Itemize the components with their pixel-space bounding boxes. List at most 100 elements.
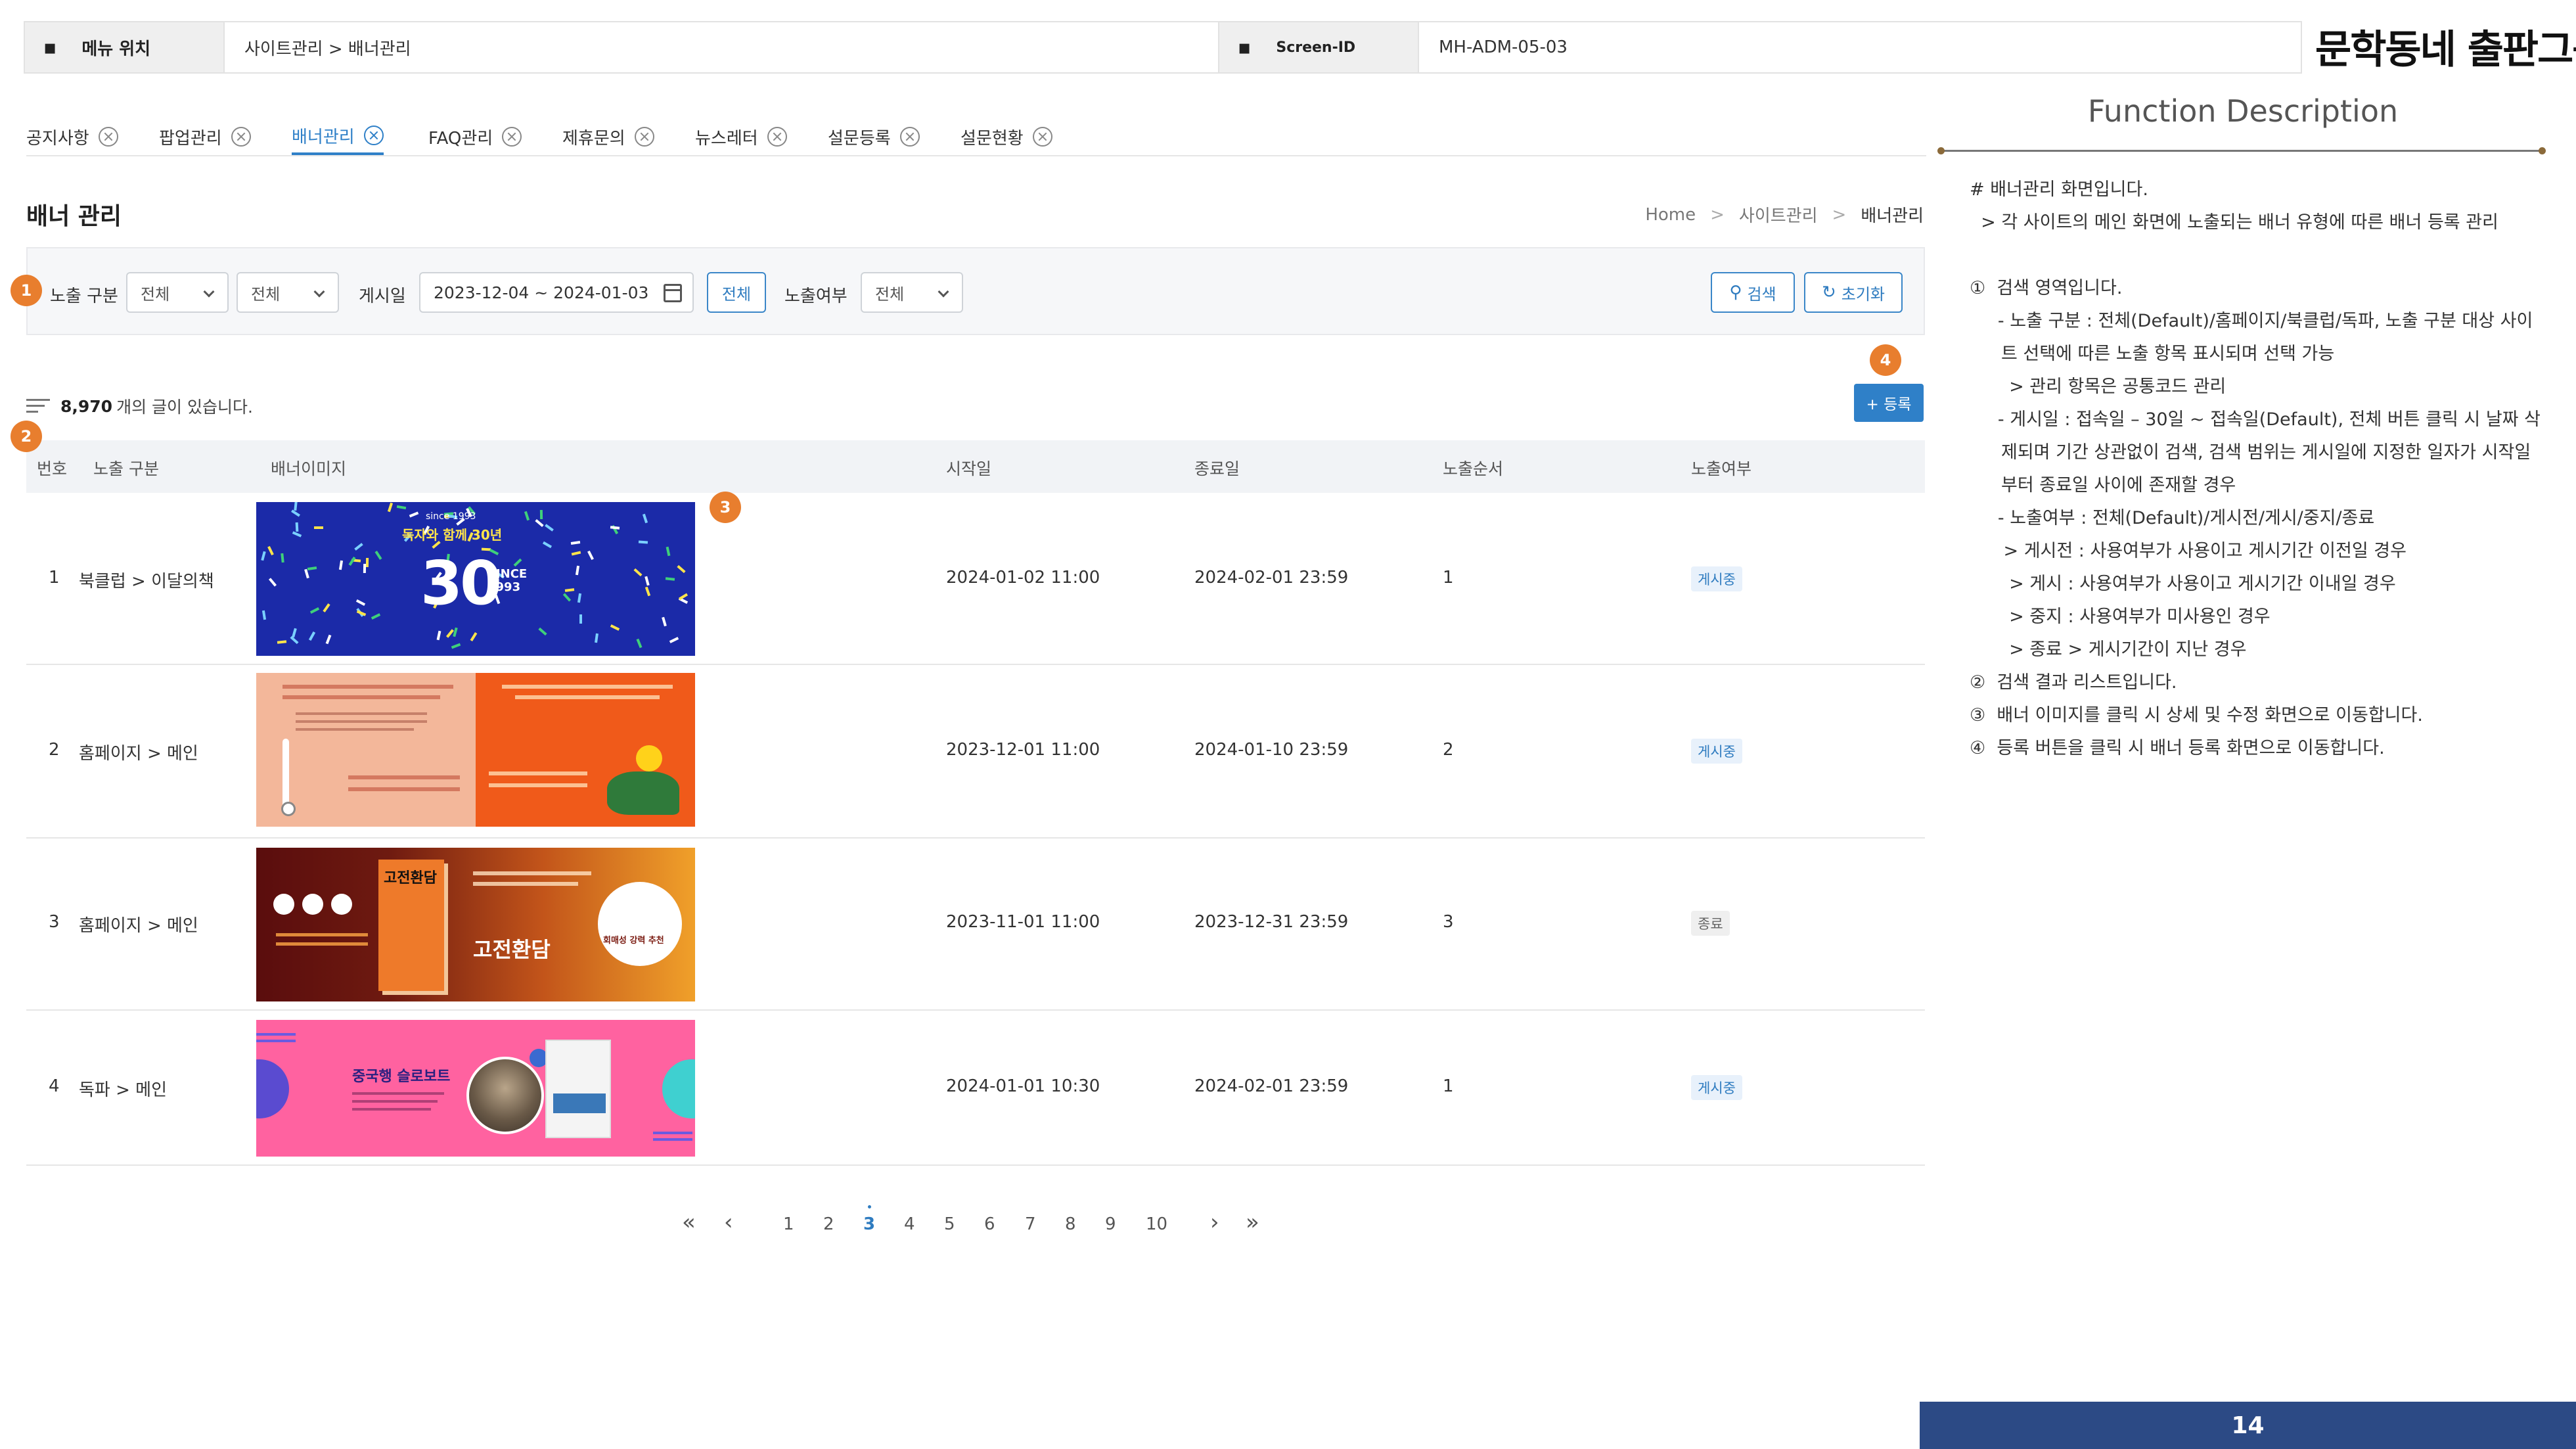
date-range-value: 2023-12-04 ~ 2024-01-03 [434,283,649,302]
reset-button[interactable]: ↻ 초기화 [1804,272,1903,313]
row-start-date: 2023-12-01 11:00 [946,740,1100,760]
chevron-right-icon: > [1832,204,1847,225]
close-icon[interactable] [231,127,251,147]
tab-notice[interactable]: 공지사항 [26,118,118,155]
register-button[interactable]: + 등록 [1854,384,1924,422]
confetti-shape [644,576,650,586]
banner-image-3[interactable]: 고전환담 고전환담 회매성 강력 추천 [256,848,695,1001]
banner-title-text: 중국행 슬로보트 [352,1069,451,1085]
marker-4: 4 [1870,344,1901,376]
close-icon[interactable] [363,126,384,145]
confetti-shape [325,634,332,645]
page-8[interactable]: 8 [1065,1214,1076,1234]
close-icon[interactable] [502,127,522,147]
page-7[interactable]: 7 [1025,1214,1036,1234]
close-icon[interactable] [1032,127,1052,147]
first-page-icon[interactable]: « [682,1209,696,1235]
confetti-shape [365,557,369,568]
status-badge: 게시중 [1691,739,1742,764]
page-6[interactable]: 6 [984,1214,995,1234]
tab-survey-status[interactable]: 설문현황 [960,118,1052,155]
tab-newsletter[interactable]: 뉴스레터 [695,118,787,155]
tab-partnership[interactable]: 제휴문의 [562,118,654,155]
description-line: # 배너관리 화면입니다. [1970,179,2148,200]
page-3[interactable]: 3 [863,1205,875,1234]
table-row[interactable]: 2 홈페이지 > 메인 2023-12-01 11:00 2024-01-10 … [26,665,1925,839]
row-number: 2 [49,740,60,760]
row-category: 북클럽 > 이달의책 [79,572,214,591]
tab-faq[interactable]: FAQ관리 [428,118,522,155]
confetti-shape [666,546,671,557]
table-row[interactable]: 3 홈페이지 > 메인 고전환담 고전환담 회매성 강력 추천 2023-11-… [26,839,1925,1011]
page-4[interactable]: 4 [904,1214,915,1234]
pagination: « ‹ 1 2 3 4 5 6 7 8 9 10 › » [0,1205,2576,1241]
all-dates-button[interactable]: 전체 [707,272,766,313]
tab-popup[interactable]: 팝업관리 [159,118,251,155]
page-1[interactable]: 1 [783,1214,794,1234]
prev-page-icon[interactable]: ‹ [724,1209,733,1235]
banner-image-2[interactable] [256,673,695,827]
row-order: 1 [1443,1076,1454,1096]
close-icon[interactable] [899,127,920,147]
confetti-shape [308,631,316,641]
confetti-shape [436,630,441,641]
table-row[interactable]: 4 독파 > 메인 중국행 슬로보트 2024-01-01 10:30 2024… [26,1011,1925,1166]
page-9[interactable]: 9 [1105,1214,1116,1234]
last-page-icon[interactable]: » [1246,1209,1259,1235]
confetti-shape [662,616,667,627]
row-end-date: 2024-01-10 23:59 [1194,740,1349,760]
exposure-label: 노출 구분 [50,287,118,306]
banner-headline-text: 독자와 함께 30년 [402,527,503,543]
page-10[interactable]: 10 [1146,1214,1167,1234]
search-area: 노출 구분 전체 전체 게시일 2023-12-04 ~ 2024-01-03 … [26,247,1925,335]
page-2[interactable]: 2 [823,1214,834,1234]
confetti-shape [354,543,363,551]
banner-image-4[interactable]: 중국행 슬로보트 [256,1020,695,1157]
confetti-shape [309,607,320,614]
close-icon[interactable] [98,127,118,147]
search-button[interactable]: ⚲ 검색 [1711,272,1795,313]
search-button-label: 검색 [1747,285,1776,304]
confetti-shape [579,614,582,624]
tab-survey-register[interactable]: 설문등록 [828,118,920,155]
banner-title-text: 고전환담 [473,937,551,962]
table-row[interactable]: 1 북클럽 > 이달의책 since 1993 독자와 함께 30년 30 SI… [26,494,1925,665]
description-line: - 게시일 : 접속일 – 30일 ~ 접속일(Default), 전체 버튼 … [1970,409,2541,495]
tab-label: 설문등록 [828,128,891,149]
breadcrumb-current: 배너관리 [1861,206,1924,226]
confetti-shape [665,577,675,581]
description-line: > 종료 > 게시기간이 지난 경우 [1970,639,2247,660]
confetti-shape [261,551,266,561]
breadcrumb-site-admin[interactable]: 사이트관리 [1739,202,1818,227]
banner-image-1[interactable]: since 1993 독자와 함께 30년 30 SINCE 1993 [256,502,695,656]
exposure-item-select[interactable]: 전체 [237,272,339,313]
next-page-icon[interactable]: › [1210,1209,1219,1235]
confetti-shape [396,505,407,510]
confetti-shape [374,551,382,560]
confetti-shape [363,563,367,574]
result-count-value: 8,970 [60,396,113,416]
description-line: ① 검색 영역입니다. [1970,278,2123,298]
visibility-select[interactable]: 전체 [861,272,963,313]
page-5[interactable]: 5 [944,1214,955,1234]
breadcrumb-home[interactable]: Home [1645,205,1696,225]
date-range-input[interactable]: 2023-12-04 ~ 2024-01-03 [419,272,694,313]
description-line: > 게시전 : 사용여부가 사용이고 게시기간 이전일 경우 [1970,541,2407,561]
reset-button-label: 초기화 [1841,285,1886,304]
function-description-divider [1937,147,2546,154]
confetti-shape [570,541,581,545]
exposure-site-select[interactable]: 전체 [126,272,229,313]
close-icon[interactable] [634,127,654,147]
screen-id-value: MH-ADM-05-03 [1419,21,2302,74]
status-badge: 게시중 [1691,566,1742,591]
tab-bar: 공지사항 팝업관리 배너관리 FAQ관리 제휴문의 뉴스레터 설문등록 설문현황 [26,110,1926,156]
confetti-shape [575,565,580,576]
breadcrumb: Home > 사이트관리 > 배너관리 [1645,202,1924,227]
tab-label: 설문현황 [960,128,1024,149]
description-line: ② 검색 결과 리스트입니다. [1970,672,2177,693]
close-icon[interactable] [767,127,787,147]
screen-id-bar: Screen-ID MH-ADM-05-03 [1218,21,2302,74]
tab-banner[interactable]: 배너관리 [292,118,384,155]
calendar-icon[interactable] [664,284,682,302]
confetti-shape [562,593,572,602]
